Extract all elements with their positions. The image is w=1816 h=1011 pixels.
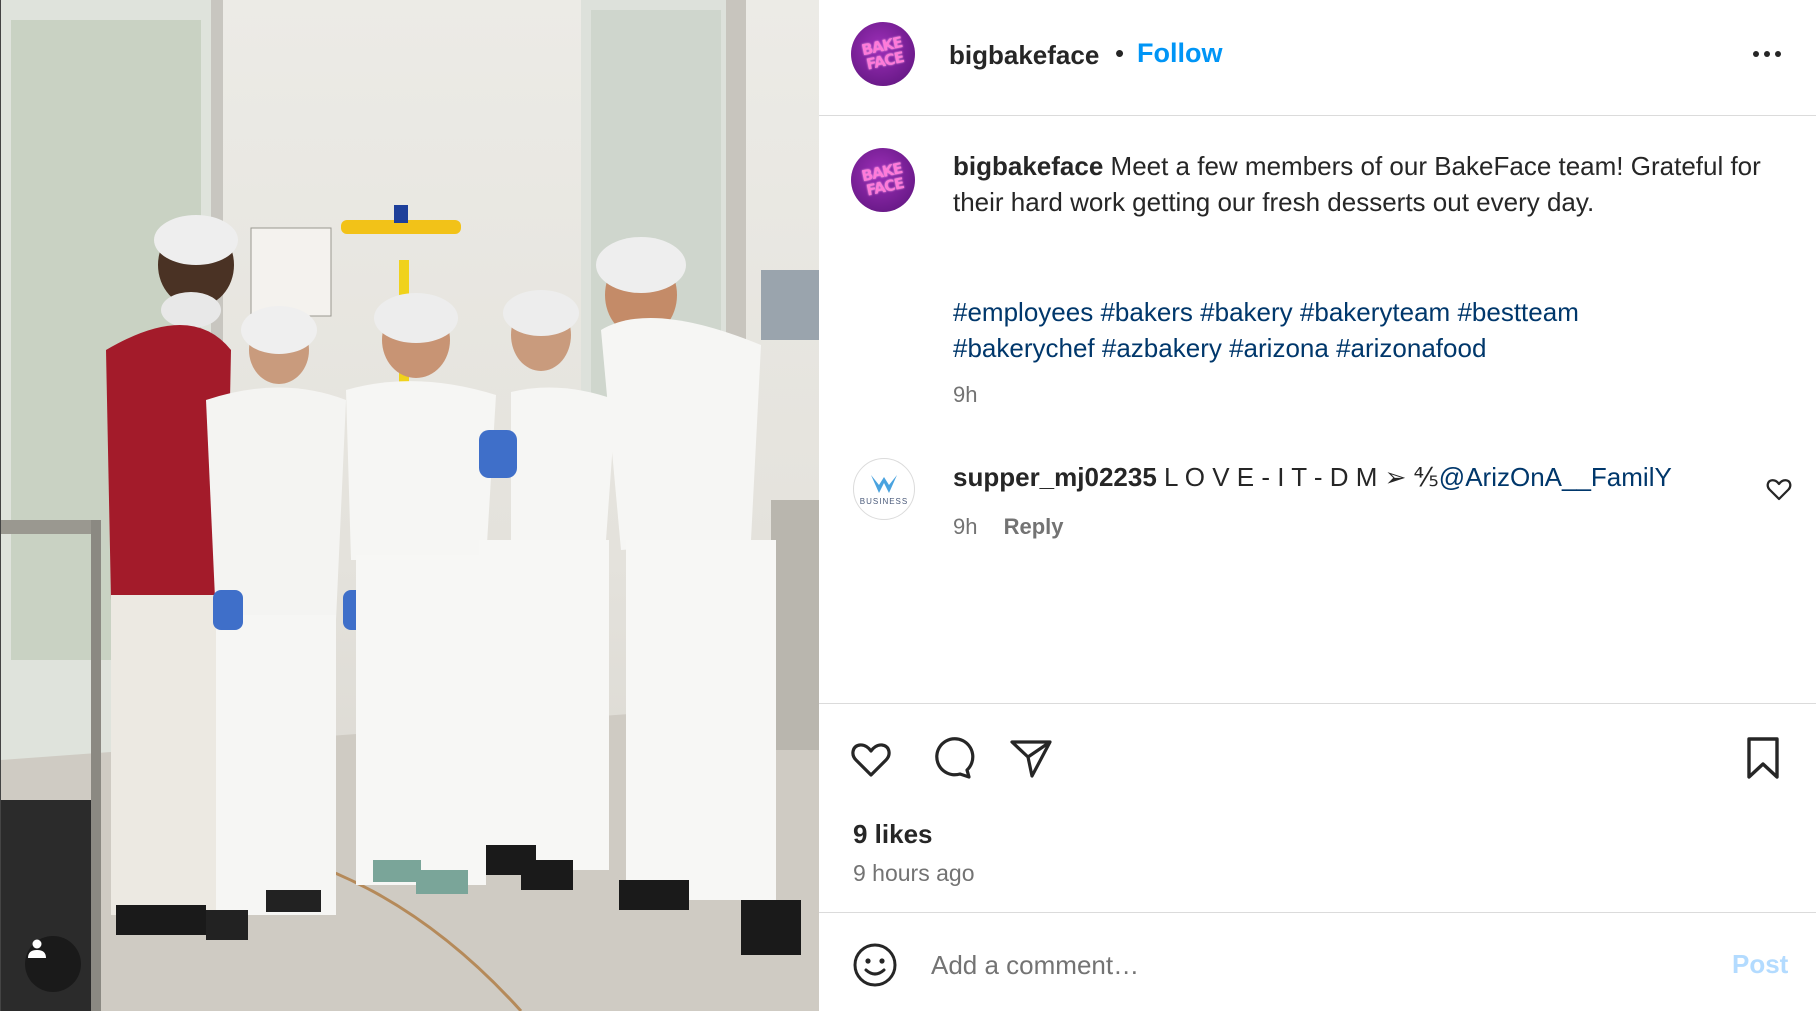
follow-button[interactable]: Follow [1137,38,1222,69]
emoji-icon[interactable] [851,941,899,989]
post-header: BAKE FACE bigbakeface • Follow [819,0,1816,116]
caption-username[interactable]: bigbakeface [953,151,1103,181]
caption-hashtags: #employees #bakers #bakery #bakeryteam #… [953,294,1773,366]
comment-meta: 9h Reply [953,514,1064,540]
more-options-icon[interactable] [1743,34,1791,74]
add-comment-bar: Post [819,912,1816,1011]
post-detail-panel: BAKE FACE bigbakeface • Follow BAKE FACE… [819,0,1816,1011]
mention-link[interactable]: @ArizOnA__FamilY [1439,462,1672,492]
comment-timestamp[interactable]: 9h [953,514,977,539]
user-tag-icon [28,939,46,958]
hashtag-link[interactable]: #bakers [1100,297,1193,327]
hashtag-link[interactable]: #bakeryteam [1300,297,1450,327]
bakeface-logo: BAKE FACE [859,159,905,200]
bookmark-icon[interactable] [1739,734,1787,782]
tagged-users-button[interactable] [25,936,81,992]
hashtag-link[interactable]: #bakery [1200,297,1293,327]
comment-input[interactable] [931,941,1671,989]
caption-author-avatar[interactable]: BAKE FACE [851,148,915,212]
comment-icon[interactable] [927,734,975,782]
bakeface-logo: BAKE FACE [859,33,905,74]
post-photo[interactable] [0,0,819,1011]
hashtag-link[interactable]: #azbakery [1102,333,1222,363]
reply-button[interactable]: Reply [1004,514,1064,539]
likes-count[interactable]: 9 likes [853,819,933,850]
heart-icon[interactable] [847,734,895,782]
post-comment-button[interactable]: Post [1732,949,1788,980]
comment-body: supper_mj02235 L O V E - I T - D M ➢ ⅘@A… [953,460,1713,494]
comment-heart-icon[interactable] [1764,474,1794,504]
post-timestamp[interactable]: 9 hours ago [853,860,974,887]
hashtag-link[interactable]: #bakerychef [953,333,1095,363]
commenter-username[interactable]: supper_mj02235 [953,462,1157,492]
post-actions: 9 likes 9 hours ago [819,703,1816,913]
hashtag-link[interactable]: #arizona [1229,333,1329,363]
share-icon[interactable] [1007,734,1055,782]
hashtag-link[interactable]: #bestteam [1457,297,1578,327]
separator-dot: • [1115,38,1125,68]
photo-illustration [1,0,819,1011]
author-username[interactable]: bigbakeface [949,40,1099,71]
author-avatar[interactable]: BAKE FACE [851,22,915,86]
caption-timestamp[interactable]: 9h [953,382,977,408]
comment-text: L O V E - I T - D M ➢ ⅘ [1164,462,1439,492]
hashtag-link[interactable]: #employees [953,297,1093,327]
business-logo-icon [871,474,897,493]
post-caption: bigbakeface Meet a few members of our Ba… [953,148,1773,220]
hashtag-link[interactable]: #arizonafood [1336,333,1486,363]
commenter-avatar[interactable]: BUSINESS [853,458,915,520]
